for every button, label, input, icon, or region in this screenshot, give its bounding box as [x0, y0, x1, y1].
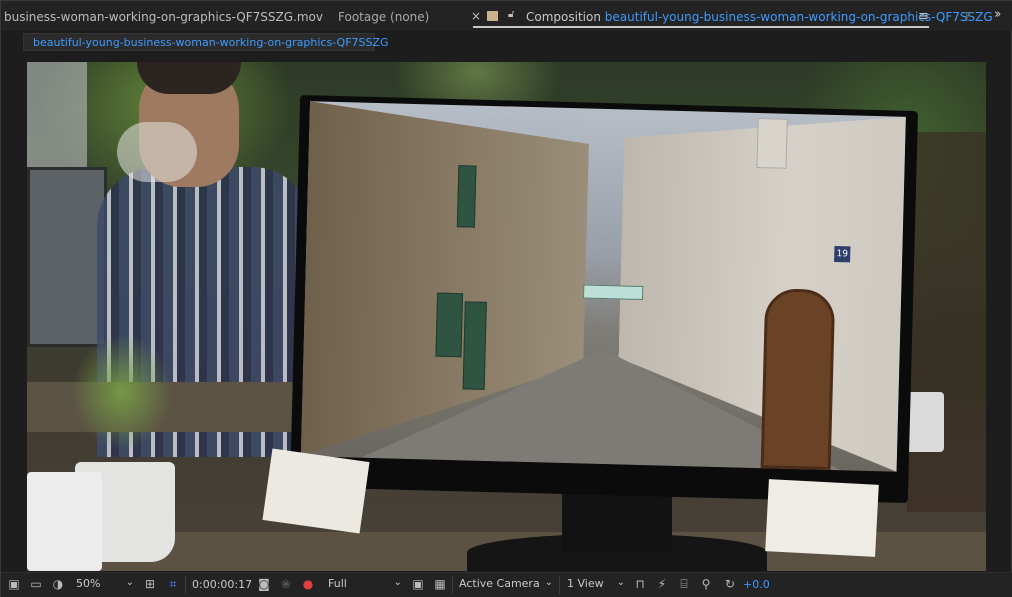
reset-exposure-icon[interactable]: ↻ [723, 577, 737, 591]
composition-viewer-panel: business-woman-working-on-graphics-QF7SS… [0, 0, 1012, 597]
background-cup [117, 122, 197, 182]
close-icon[interactable]: × [471, 9, 481, 23]
chevron-down-icon: ⌄ [393, 577, 402, 588]
viewer-toolbar: ▣ ▭ ◑ 50% ⌄ ⊞ ⌗ 0:00:00:17 ◙ ❀ ● Full ⌄ … [1, 572, 1012, 597]
lock-icon[interactable]: 🔓︎ [508, 9, 514, 20]
active-tab-indicator [473, 26, 929, 28]
3d-view-dropdown[interactable]: Active Camera ⌄ [459, 577, 553, 593]
magnification-value: 50% [76, 577, 101, 590]
always-preview-icon[interactable]: ▣ [7, 577, 21, 591]
current-time-display[interactable]: 0:00:00:17 [192, 578, 252, 591]
label-color-swatch[interactable] [487, 11, 498, 21]
tab-footage-panel[interactable]: Footage (none) [338, 10, 429, 24]
color-channels-icon[interactable]: ● [301, 577, 315, 591]
tab-overflow-partial[interactable]: F [965, 10, 972, 24]
monitor-bezel: 19 [289, 94, 919, 504]
sticky-note-right [765, 479, 879, 557]
toolbar-divider [452, 576, 453, 594]
3d-view-value: Active Camera [459, 577, 540, 590]
toolbar-divider [559, 576, 560, 594]
resolution-dropdown[interactable]: Full ⌄ [328, 577, 402, 593]
view-layout-value: 1 View [567, 577, 604, 590]
window-shutter [756, 117, 788, 169]
paper-cup [27, 472, 102, 571]
composition-breadcrumb[interactable]: beautiful-young-business-woman-working-o… [23, 33, 389, 51]
plant-leaves [52, 312, 192, 472]
window-shutter [462, 301, 487, 390]
grid-guides-icon[interactable]: ⊞ [143, 577, 157, 591]
fast-previews-icon[interactable]: ▣ [411, 577, 425, 591]
flowchart-icon[interactable]: ⚲ [699, 577, 713, 591]
tracking-point-gizmo[interactable] [583, 284, 644, 301]
double-chevron-right-icon[interactable]: ›› [994, 7, 1002, 22]
toolbar-divider [185, 576, 186, 594]
wooden-door [760, 288, 836, 470]
show-snapshot-icon[interactable]: ❀ [279, 577, 293, 591]
house-number-plate: 19 [834, 246, 851, 263]
chevron-down-icon: ⌄ [125, 577, 134, 588]
exposure-value[interactable]: +0.0 [743, 578, 770, 591]
camera-snapshot-icon[interactable]: ◙ [257, 577, 271, 591]
sticky-note-left [262, 448, 370, 534]
panel-tab-bar: business-woman-working-on-graphics-QF7SS… [1, 1, 1012, 31]
chevron-down-icon: ⌄ [616, 577, 625, 588]
magnification-dropdown[interactable]: 50% ⌄ [76, 577, 134, 593]
monitor-icon[interactable]: ▭ [29, 577, 43, 591]
region-of-interest-icon[interactable]: ⌗ [166, 577, 180, 591]
window-shutter [435, 292, 464, 358]
timeline-icon[interactable]: ⌸ [677, 577, 691, 591]
mask-visibility-icon[interactable]: ◑ [51, 577, 65, 591]
view-layout-dropdown[interactable]: 1 View ⌄ [567, 577, 625, 593]
toggle-pixel-aspect-icon[interactable]: ⊓ [633, 577, 647, 591]
fast-draft-icon[interactable]: ⚡︎ [655, 577, 669, 591]
background-shelf [907, 132, 986, 512]
tab-footage-file[interactable]: business-woman-working-on-graphics-QF7SS… [4, 10, 323, 24]
hamburger-menu-icon[interactable]: ≡ [918, 9, 929, 24]
transparency-grid-icon[interactable]: ▦ [433, 577, 447, 591]
tab-composition-label: Composition [526, 10, 601, 24]
background-window [27, 62, 87, 182]
resolution-value: Full [328, 577, 347, 590]
monitor-screen-street-footage: 19 [300, 101, 906, 472]
tab-composition-name: beautiful-young-business-woman-working-o… [604, 10, 993, 24]
chevron-down-icon: ⌄ [544, 577, 553, 588]
window-shutter [456, 165, 477, 228]
background-person-hair [137, 62, 241, 94]
composition-canvas[interactable]: 19 [27, 62, 986, 571]
